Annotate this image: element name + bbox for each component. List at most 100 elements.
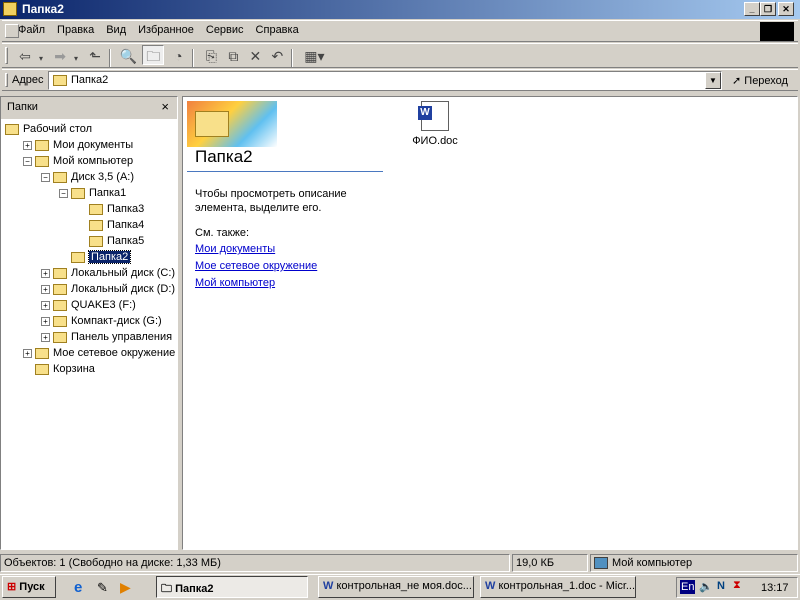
up-folder-button[interactable]: ⬑	[84, 46, 106, 66]
task-folder[interactable]: 🗀 Папка2	[156, 576, 308, 598]
expand-toggle[interactable]: +	[41, 300, 50, 310]
info-hint: Чтобы просмотреть описание элемента, выд…	[195, 188, 347, 214]
folder-icon	[35, 139, 49, 151]
tree-item[interactable]: Рабочий стол	[5, 121, 92, 137]
tree-item-label: Папка4	[107, 219, 145, 231]
tree-item-label: Папка2	[87, 250, 132, 264]
task-doc2[interactable]: W контрольная_1.doc - Micr...	[480, 576, 636, 598]
go-button[interactable]: ➚ Переход	[732, 74, 788, 87]
tree-item[interactable]: − Папка1	[59, 185, 126, 201]
copy-to-button[interactable]: ⧉	[222, 46, 244, 66]
info-folder-title: Папка2	[195, 147, 253, 166]
address-label: Адрес	[12, 74, 44, 86]
file-name: ФИО.doc	[412, 135, 458, 147]
forward-button[interactable]: ➡	[49, 46, 71, 66]
window-title: Папка2	[22, 2, 64, 16]
expand-toggle[interactable]: +	[41, 332, 50, 342]
explorer-icon	[3, 2, 17, 16]
tree-item[interactable]: Папка2	[59, 249, 132, 265]
views-button[interactable]: ▦▾	[299, 46, 329, 66]
see-also-label: См. также:	[195, 227, 249, 239]
outlook-icon[interactable]: ✎	[97, 580, 108, 596]
expand-toggle[interactable]: +	[41, 268, 50, 278]
menu-view[interactable]: Вид	[100, 21, 132, 39]
address-input[interactable]: Папка2 ▼	[48, 71, 722, 90]
folder-icon	[35, 363, 49, 375]
search-button[interactable]: 🔍	[117, 46, 139, 66]
history-button[interactable]: ◔	[167, 46, 189, 66]
expand-toggle[interactable]: −	[23, 156, 32, 166]
tree-item[interactable]: − Диск 3,5 (A:)	[41, 169, 134, 185]
link-network[interactable]: Мое сетевое окружение	[195, 260, 317, 273]
address-bar: Адрес Папка2 ▼ ➚ Переход	[2, 69, 798, 91]
menu-edit[interactable]: Правка	[51, 21, 100, 39]
tree-item-label: Локальный диск (C:)	[71, 267, 176, 279]
forward-dropdown[interactable]: ▾	[71, 49, 81, 69]
link-my-computer[interactable]: Мой компьютер	[195, 277, 317, 290]
expand-toggle[interactable]: +	[23, 348, 32, 358]
tree-item[interactable]: + Локальный диск (D:)	[41, 281, 175, 297]
tree-item[interactable]: − Мой компьютер	[23, 153, 133, 169]
media-player-icon[interactable]: ▶	[120, 579, 131, 596]
file-item[interactable]: W ФИО.doc	[405, 101, 465, 147]
menu-tools[interactable]: Сервис	[200, 21, 250, 39]
expand-toggle[interactable]: −	[59, 188, 68, 198]
close-button[interactable]: ✕	[778, 2, 794, 16]
start-button[interactable]: ⊞ Пуск	[2, 576, 56, 598]
language-indicator[interactable]: En	[680, 580, 696, 594]
antivirus-icon[interactable]: N	[717, 580, 725, 592]
folder-large-icon	[195, 111, 229, 137]
tree-item[interactable]: + Компакт-диск (G:)	[41, 313, 162, 329]
ie-icon[interactable]: e	[74, 579, 82, 596]
tree-item-label: Папка5	[107, 235, 145, 247]
tree-item-label: Рабочий стол	[23, 123, 93, 135]
tree-item-label: Локальный диск (D:)	[71, 283, 176, 295]
status-size: 19,0 КБ	[512, 554, 588, 572]
menu-favorites[interactable]: Избранное	[132, 21, 200, 39]
expand-toggle[interactable]: +	[23, 140, 32, 150]
delete-button[interactable]: ✕	[244, 46, 266, 66]
tree-item[interactable]: + Локальный диск (C:)	[41, 265, 175, 281]
word-doc-icon: W	[418, 101, 449, 131]
task-doc1[interactable]: W контрольная_не моя.doc...	[318, 576, 474, 598]
expand-toggle[interactable]: +	[41, 284, 50, 294]
folder-icon	[89, 219, 103, 231]
tree-item[interactable]: Папка5	[77, 233, 144, 249]
tree-item-label: Папка3	[107, 203, 145, 215]
tree-item[interactable]: + Мои документы	[23, 137, 133, 153]
undo-button[interactable]: ↶	[266, 46, 288, 66]
expand-toggle[interactable]: −	[41, 172, 50, 182]
tree-item-label: Компакт-диск (G:)	[71, 315, 162, 327]
minimize-button[interactable]: _	[744, 2, 760, 16]
tree-item[interactable]: Корзина	[23, 361, 95, 377]
back-button[interactable]: ⇦	[14, 46, 36, 66]
tree-item[interactable]: + QUAKE3 (F:)	[41, 297, 136, 313]
tree-item-label: QUAKE3 (F:)	[71, 299, 136, 311]
computer-icon	[594, 557, 608, 570]
content-pane: Папка2 Чтобы просмотреть описание элемен…	[182, 96, 798, 550]
link-my-documents[interactable]: Мои документы	[195, 243, 317, 256]
folder-icon	[53, 331, 67, 343]
folder-tree[interactable]: Рабочий стол + Мои документы − Мой компьютер…	[1, 119, 177, 549]
volume-icon[interactable]: 🔈	[699, 580, 713, 593]
title-bar: Папка2 _ ❐ ✕	[0, 0, 800, 19]
address-dropdown[interactable]: ▼	[705, 72, 721, 89]
expand-toggle[interactable]: +	[41, 316, 50, 326]
network-icon[interactable]: ⧗	[733, 579, 741, 592]
back-dropdown[interactable]: ▾	[36, 49, 46, 69]
folder-icon	[35, 347, 49, 359]
status-location: Мой компьютер	[590, 554, 798, 572]
tree-item[interactable]: Папка3	[77, 201, 144, 217]
tree-item-label: Диск 3,5 (A:)	[71, 171, 135, 183]
move-to-button[interactable]: ⎘	[200, 46, 222, 66]
maximize-button[interactable]: ❐	[760, 2, 776, 16]
menu-bar: Файл Правка Вид Избранное Сервис Справка	[2, 20, 798, 42]
tree-item[interactable]: + Панель управления	[41, 329, 172, 345]
menu-help[interactable]: Справка	[250, 21, 305, 39]
tree-item[interactable]: + Мое сетевое окружение	[23, 345, 175, 361]
folders-pane-close[interactable]: ×	[161, 99, 169, 114]
folder-icon	[89, 235, 103, 247]
folders-button[interactable]: 🗀	[142, 45, 165, 65]
tree-item[interactable]: Папка4	[77, 217, 144, 233]
clock: 13:17	[761, 582, 789, 594]
